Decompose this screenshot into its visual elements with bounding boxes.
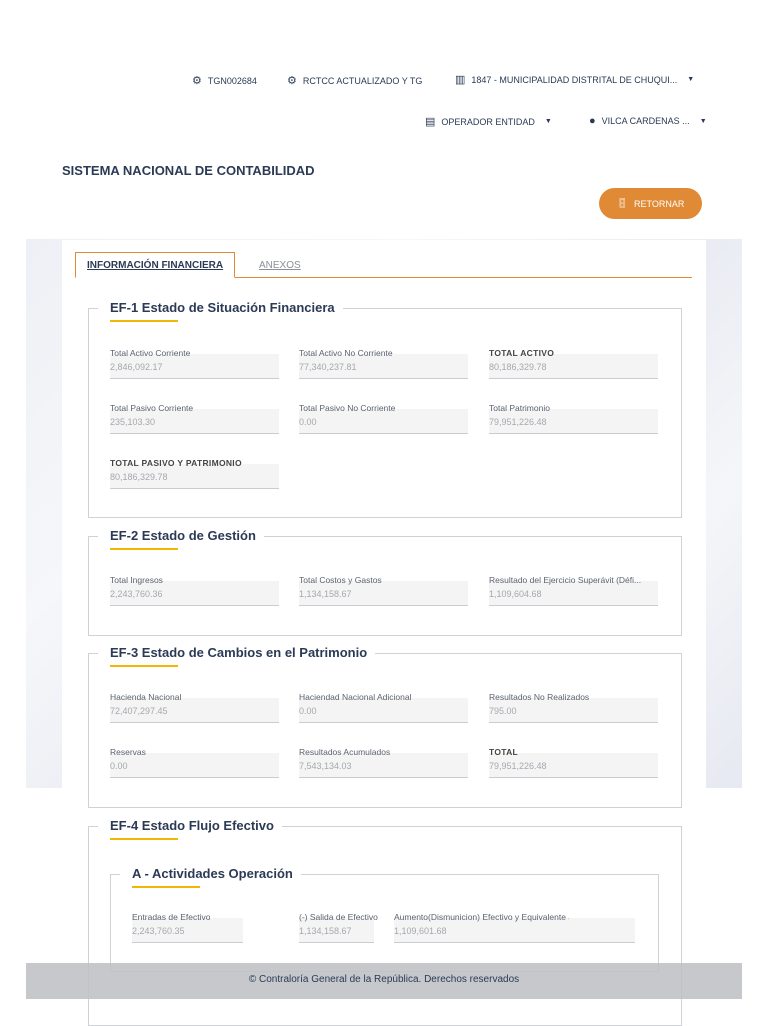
field-value: 1,134,158.67 [299,589,352,599]
readonly-field[interactable]: Total Activo Corriente 2,846,092.17 [110,348,279,379]
field-value: 80,186,329.78 [489,362,547,372]
ef3-section [88,653,682,808]
field-label: Hacienda Nacional [110,692,182,702]
tab-informacion-financiera[interactable]: INFORMACIÓN FINANCIERA [75,252,236,278]
module-label: RCTCC ACTUALIZADO Y TG [302,75,423,86]
field-label: Total Costos y Gastos [299,575,382,585]
user-label: VILCA CARDENAS ... [601,116,690,126]
field-value: 1,109,601.68 [394,926,447,936]
field-value: 2,243,760.35 [132,926,185,936]
field-value: 2,846,092.17 [110,362,163,372]
field-label: Resultados No Realizados [489,692,590,702]
role-label: OPERADOR ENTIDAD [441,116,535,127]
field-label: TOTAL ACTIVO [489,348,555,358]
readonly-field[interactable]: TOTAL ACTIVO 80,186,329.78 [489,348,658,379]
field-value: 72,407,297.45 [110,706,168,716]
return-button[interactable]: 🚪︎ RETORNAR [599,188,702,219]
field-label: Total Activo No Corriente [299,348,393,358]
readonly-field[interactable]: Resultados Acumulados 7,543,134.03 [299,747,468,778]
caret-down-icon: ▼ [687,76,695,83]
ef4-section-title: EF-4 Estado Flujo Efectivo [98,818,282,840]
ef3-section-title: EF-3 Estado de Cambios en el Patrimonio [98,645,376,667]
readonly-field[interactable]: Total Patrimonio 79,951,226.48 [489,403,658,434]
readonly-field[interactable]: Total Costos y Gastos 1,134,158.67 [299,575,468,606]
field-value: 0.00 [299,417,317,427]
readonly-field[interactable]: TOTAL 79,951,226.48 [489,747,658,778]
field-value: 7,543,134.03 [299,761,352,771]
field-label: Total Activo Corriente [110,348,191,358]
field-value: 1,109,604.68 [489,589,542,599]
operating-activities-section-title: A - Actividades Operación [120,866,301,888]
field-value: 0.00 [110,761,128,771]
field-value: 235,103.30 [110,417,156,427]
gear-icon: ⚙ [192,75,202,87]
readonly-field[interactable]: TOTAL PASIVO Y PATRIMONIO 80,186,329.78 [110,458,279,489]
page-title: SISTEMA NACIONAL DE CONTABILIDAD [62,163,315,178]
readonly-field[interactable]: Reservas 0.00 [110,747,279,778]
readonly-field[interactable]: Entradas de Efectivo 2,243,760.35 [132,912,243,943]
user-icon: ● [589,115,596,127]
readonly-field[interactable]: Total Ingresos 2,243,760.36 [110,575,279,606]
field-value: 79,951,226.48 [489,761,547,771]
user-dropdown[interactable]: ● VILCA CARDENAS ... ▼ [589,115,707,127]
field-label: Haciendad Nacional Adicional [299,692,412,702]
module-indicator: ⚙ RCTCC ACTUALIZADO Y TG [287,74,422,87]
door-icon: 🚪︎ [616,198,629,208]
field-label: Total Pasivo No Corriente [299,403,396,413]
field-value: 0.00 [299,706,317,716]
building-icon: ▥ [455,74,466,86]
ef2-section-title: EF-2 Estado de Gestión [98,528,264,550]
ef1-section-title: EF-1 Estado de Situación Financiera [98,300,343,322]
field-value: 1,134,158.67 [299,926,352,936]
readonly-field[interactable]: Total Pasivo No Corriente 0.00 [299,403,468,434]
id-card-icon: ▤ [425,116,436,128]
field-label: Aumento(Dismunicion) Efectivo y Equivale… [394,912,569,922]
field-value: 795.00 [489,706,517,716]
entity-label: 1847 - MUNICIPALIDAD DISTRITAL DE CHUQUI… [471,74,678,85]
field-label: Resultado del Ejercicio Superávit (Défi.… [489,575,642,585]
tab-anexos[interactable]: ANEXOS [248,252,312,278]
role-dropdown[interactable]: ▤ OPERADOR ENTIDAD ▼ [425,115,552,128]
field-label: TOTAL [489,747,519,757]
user-code-label: TGN002684 [207,75,257,86]
field-value: 80,186,329.78 [110,472,168,482]
field-label: Resultados Acumulados [299,747,391,757]
readonly-field[interactable]: Resultados No Realizados 795.00 [489,692,658,723]
caret-down-icon: ▼ [544,118,552,125]
field-value: 79,951,226.48 [489,417,547,427]
user-code: ⚙ TGN002684 [192,74,257,87]
footer: © Contraloría General de la República. D… [26,963,742,999]
readonly-field[interactable]: (-) Salida de Efectivo 1,134,158.67 [299,912,378,943]
field-value: 2,243,760.36 [110,589,163,599]
entity-dropdown[interactable]: ▥ 1847 - MUNICIPALIDAD DISTRITAL DE CHUQU… [455,73,694,86]
readonly-field[interactable]: Total Activo No Corriente 77,340,237.81 [299,348,468,379]
readonly-field[interactable]: Haciendad Nacional Adicional 0.00 [299,692,468,723]
gears-icon: ⚙ [287,75,297,87]
return-label: RETORNAR [634,198,685,209]
field-label: Total Pasivo Corriente [110,403,194,413]
readonly-field[interactable]: Resultado del Ejercicio Superávit (Défi.… [489,575,658,606]
readonly-field[interactable]: Aumento(Dismunicion) Efectivo y Equivale… [394,912,635,943]
caret-down-icon: ▼ [699,117,707,125]
readonly-field[interactable]: Hacienda Nacional 72,407,297.45 [110,692,279,723]
field-label: Total Patrimonio [489,403,550,413]
field-label: (-) Salida de Efectivo [299,912,378,922]
field-label: Reservas [110,747,146,757]
field-label: Entradas de Efectivo [132,912,211,922]
readonly-field[interactable]: Total Pasivo Corriente 235,103.30 [110,403,279,434]
field-label: TOTAL PASIVO Y PATRIMONIO [110,458,242,468]
field-value: 77,340,237.81 [299,362,357,372]
field-label: Total Ingresos [110,575,163,585]
